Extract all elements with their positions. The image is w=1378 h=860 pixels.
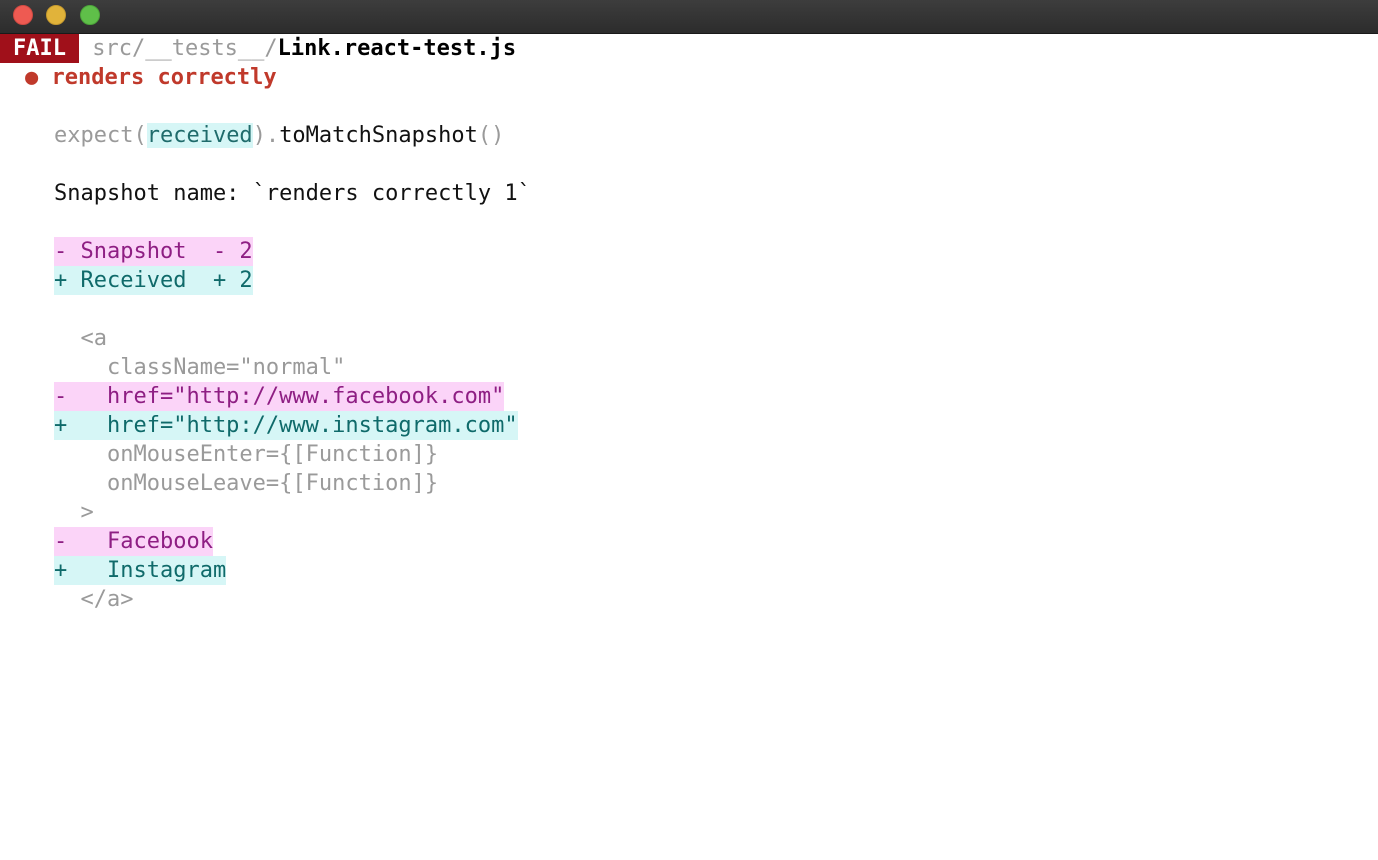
terminal-window: FAIL src/__tests__/Link.react-test.js ● … xyxy=(0,0,1378,860)
failing-test-title: ● renders correctly xyxy=(25,63,277,92)
bullet-icon: ● xyxy=(25,65,39,90)
diff-line-context: </a> xyxy=(54,587,134,612)
diff-line-context: > xyxy=(54,500,94,525)
zoom-window-button[interactable] xyxy=(80,5,100,25)
title-bar xyxy=(0,0,1378,34)
diff-line-context: <a xyxy=(54,326,107,351)
expect-suffix: () xyxy=(477,123,505,148)
snapshot-name: Snapshot name: `renders correctly 1` xyxy=(54,181,531,206)
expect-matcher: toMatchSnapshot xyxy=(279,123,478,148)
expect-middle: ). xyxy=(252,123,280,148)
test-path-dir: src/__tests__/ xyxy=(92,36,278,61)
fail-status-badge: FAIL xyxy=(0,34,79,63)
terminal-output: FAIL src/__tests__/Link.react-test.js ● … xyxy=(0,34,1378,860)
failing-test-name: renders correctly xyxy=(51,65,277,90)
expect-received: received xyxy=(146,123,253,148)
close-window-button[interactable] xyxy=(13,5,33,25)
test-path-file: Link.react-test.js xyxy=(277,36,517,61)
test-file-header: FAIL src/__tests__/Link.react-test.js xyxy=(0,34,516,63)
diff-line-added: + Instagram xyxy=(54,556,227,585)
diff-line-context: onMouseLeave={[Function]} xyxy=(54,471,439,496)
diff-line-removed: - Facebook xyxy=(54,527,213,556)
diff-line-added: + href="http://www.instagram.com" xyxy=(54,411,518,440)
diff-line-removed: - href="http://www.facebook.com" xyxy=(54,382,505,411)
legend-received: + Received + 2 xyxy=(54,266,253,295)
diff-line-context: onMouseEnter={[Function]} xyxy=(54,442,439,467)
diff-line-context: className="normal" xyxy=(54,355,346,380)
legend-snapshot: - Snapshot - 2 xyxy=(54,237,253,266)
expect-prefix: expect( xyxy=(54,123,147,148)
minimize-window-button[interactable] xyxy=(46,5,66,25)
expect-statement: expect(received).toMatchSnapshot() xyxy=(54,121,504,150)
